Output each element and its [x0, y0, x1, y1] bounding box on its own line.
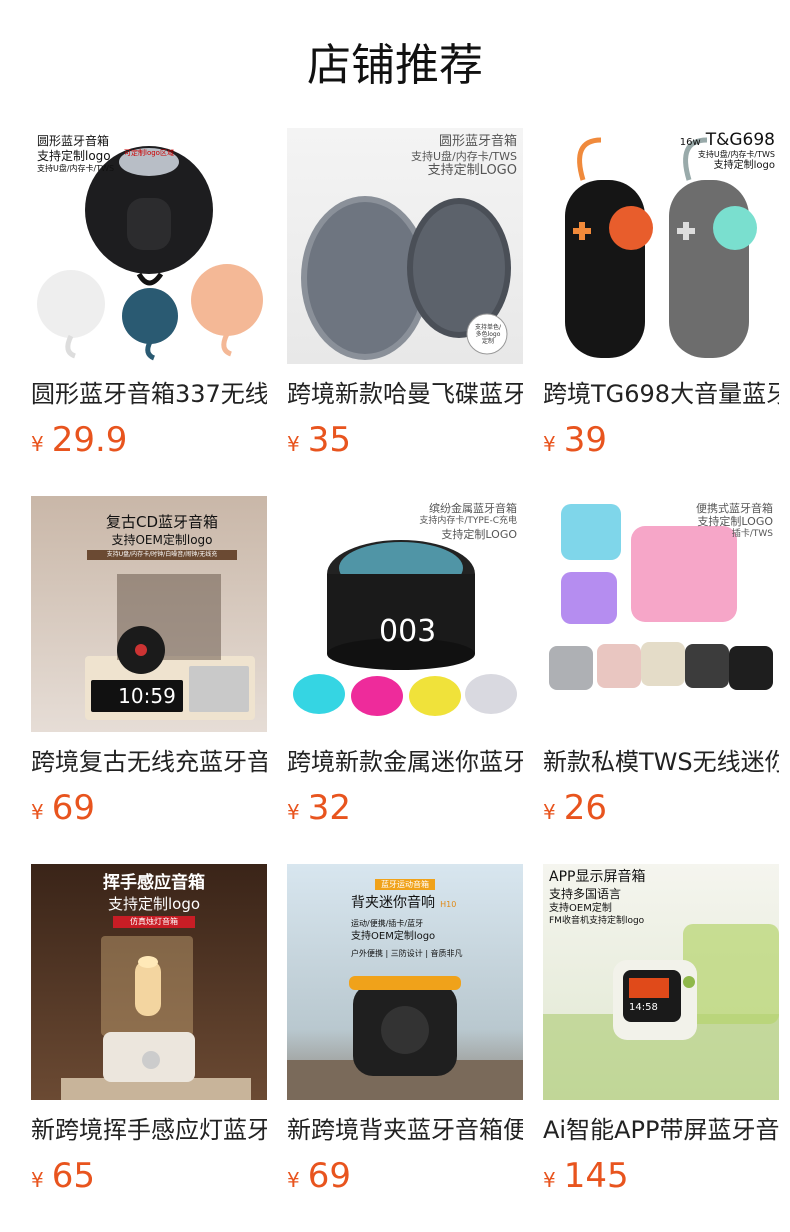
price-value: 29.9 [51, 420, 128, 460]
product-name[interactable]: 新跨境背夹蓝牙音箱便 [287, 1114, 523, 1146]
product-price: ¥ 145 [543, 1156, 779, 1196]
image-caption: 户外便携 | 三防设计 | 音质非凡 [351, 949, 463, 958]
price-value: 32 [307, 788, 351, 828]
product-card[interactable]: 复古CD蓝牙音箱 支持OEM定制logo 支持U盘/内存卡/时钟/白噪音/闹钟/… [31, 496, 267, 864]
product-card[interactable]: 圆形蓝牙音箱 支持定制logo 支持U盘/内存卡/TWS 可定制logo区域 圆… [31, 128, 267, 496]
image-caption: 支持多国语言 [549, 887, 622, 901]
currency-symbol: ¥ [287, 432, 300, 456]
image-caption: 圆形蓝牙音箱 [438, 134, 517, 149]
image-caption: 支持定制LOGO [697, 515, 773, 528]
product-card[interactable]: 缤纷金属蓝牙音箱 支持内存卡/TYPE-C充电 支持定制LOGO 003 跨境新… [287, 496, 523, 864]
product-image[interactable]: 缤纷金属蓝牙音箱 支持内存卡/TYPE-C充电 支持定制LOGO 003 [287, 496, 523, 732]
image-caption: T&G698 [705, 130, 775, 150]
product-price: ¥ 29.9 [31, 420, 267, 460]
image-caption: APP显示屏音箱 [549, 869, 646, 885]
product-name[interactable]: Ai智能APP带屏蓝牙音 [543, 1114, 779, 1146]
price-value: 69 [51, 788, 95, 828]
image-caption: 支持OEM定制logo [111, 533, 213, 547]
price-value: 26 [563, 788, 607, 828]
product-card[interactable]: 挥手感应音箱 支持定制logo 仿真烛灯音箱 新跨境挥手感应灯蓝牙 ¥ 65 [31, 864, 267, 1232]
image-badge: 10:59 [118, 684, 176, 708]
product-image[interactable]: 复古CD蓝牙音箱 支持OEM定制logo 支持U盘/内存卡/时钟/白噪音/闹钟/… [31, 496, 267, 732]
image-caption: 支持定制logo [107, 895, 201, 913]
product-card[interactable]: APP显示屏音箱 支持多国语言 支持OEM定制 FM收音机支持定制logo 14… [543, 864, 779, 1232]
price-value: 35 [307, 420, 351, 460]
image-caption: 支持OEM定制logo [351, 931, 436, 942]
product-price: ¥ 26 [543, 788, 779, 828]
product-name[interactable]: 跨境新款哈曼飞碟蓝牙 [287, 378, 523, 410]
product-image[interactable]: 圆形蓝牙音箱 支持定制logo 支持U盘/内存卡/TWS 可定制logo区域 [31, 128, 267, 364]
image-caption: 缤纷金属蓝牙音箱 [429, 502, 517, 515]
product-grid: 圆形蓝牙音箱 支持定制logo 支持U盘/内存卡/TWS 可定制logo区域 圆… [31, 128, 779, 1232]
product-name[interactable]: 跨境TG698大音量蓝牙 [543, 378, 779, 410]
product-name[interactable]: 跨境复古无线充蓝牙音 [31, 746, 267, 778]
image-caption: 支持U盘/内存卡/TWS [410, 150, 517, 163]
product-image[interactable]: 挥手感应音箱 支持定制logo 仿真烛灯音箱 [31, 864, 267, 1100]
product-name[interactable]: 新款私模TWS无线迷你 [543, 746, 779, 778]
image-badge: 003 [379, 614, 437, 649]
image-caption: 支持定制LOGO [441, 528, 517, 541]
product-card[interactable]: 便携式蓝牙音箱 支持定制LOGO 插卡/TWS 新款私模TWS无线迷你 ¥ 26 [543, 496, 779, 864]
product-price: ¥ 65 [31, 1156, 267, 1196]
currency-symbol: ¥ [287, 800, 300, 824]
image-caption: 复古CD蓝牙音箱 [105, 513, 219, 531]
product-image[interactable]: APP显示屏音箱 支持多国语言 支持OEM定制 FM收音机支持定制logo 14… [543, 864, 779, 1100]
product-image[interactable]: 圆形蓝牙音箱 支持U盘/内存卡/TWS 支持定制LOGO 支持单色/多色logo… [287, 128, 523, 364]
image-caption: 支持OEM定制 [549, 903, 612, 914]
currency-symbol: ¥ [287, 1168, 300, 1192]
image-caption: 仿真烛灯音箱 [113, 916, 195, 928]
currency-symbol: ¥ [543, 1168, 556, 1192]
product-name[interactable]: 圆形蓝牙音箱337无线 [31, 378, 267, 410]
currency-symbol: ¥ [543, 432, 556, 456]
image-caption: 便携式蓝牙音箱 [696, 502, 773, 515]
image-caption: 运动/便携/插卡/蓝牙 [351, 919, 424, 928]
image-caption: H10 [440, 900, 457, 909]
product-card[interactable]: 蓝牙运动音箱 背夹迷你音响 H10 运动/便携/插卡/蓝牙 支持OEM定制log… [287, 864, 523, 1232]
image-caption: 支持U盘/内存卡/TWS [37, 164, 115, 173]
image-caption: 支持定制LOGO [427, 163, 517, 178]
product-card[interactable]: 圆形蓝牙音箱 支持U盘/内存卡/TWS 支持定制LOGO 支持单色/多色logo… [287, 128, 523, 496]
currency-symbol: ¥ [31, 1168, 44, 1192]
price-value: 145 [563, 1156, 629, 1196]
image-caption: 蓝牙运动音箱 [375, 879, 435, 890]
product-price: ¥ 69 [31, 788, 267, 828]
image-caption: 支持内存卡/TYPE-C充电 [419, 516, 517, 526]
image-caption: 支持U盘/内存卡/时钟/白噪音/闹钟/无线充 [87, 550, 237, 560]
currency-symbol: ¥ [31, 432, 44, 456]
page-title: 店铺推荐 [307, 40, 483, 91]
image-caption: 挥手感应音箱 [103, 873, 205, 893]
image-caption: 支持定制logo [713, 160, 775, 171]
price-value: 39 [563, 420, 607, 460]
product-name[interactable]: 新跨境挥手感应灯蓝牙 [31, 1114, 267, 1146]
currency-symbol: ¥ [543, 800, 556, 824]
product-card[interactable]: 16w T&G698 支持U盘/内存卡/TWS 支持定制logo 跨境TG698… [543, 128, 779, 496]
product-image[interactable]: 蓝牙运动音箱 背夹迷你音响 H10 运动/便携/插卡/蓝牙 支持OEM定制log… [287, 864, 523, 1100]
product-price: ¥ 39 [543, 420, 779, 460]
image-caption: FM收音机支持定制logo [549, 916, 645, 926]
image-caption: 圆形蓝牙音箱 [37, 134, 110, 148]
product-image[interactable]: 便携式蓝牙音箱 支持定制LOGO 插卡/TWS [543, 496, 779, 732]
price-value: 65 [51, 1156, 95, 1196]
image-caption: 16w [679, 137, 701, 148]
image-caption: 背夹迷你音响 [351, 895, 435, 911]
product-image[interactable]: 16w T&G698 支持U盘/内存卡/TWS 支持定制logo [543, 128, 779, 364]
product-price: ¥ 35 [287, 420, 523, 460]
image-caption: 插卡/TWS [731, 529, 773, 539]
image-badge: 14:58 [629, 1002, 658, 1013]
store-recommendations-page: 店铺推荐 圆形蓝牙音箱 支持定制logo 支持U盘/内存卡/TWS 可定制log… [0, 0, 790, 1232]
currency-symbol: ¥ [31, 800, 44, 824]
product-name[interactable]: 跨境新款金属迷你蓝牙 [287, 746, 523, 778]
product-price: ¥ 69 [287, 1156, 523, 1196]
image-badge: 可定制logo区域 [124, 149, 174, 157]
image-caption: 支持U盘/内存卡/TWS [697, 150, 775, 159]
price-value: 69 [307, 1156, 351, 1196]
image-badge: 支持单色/多色logo定制 [474, 324, 502, 345]
image-caption: 支持定制logo [37, 149, 111, 163]
product-price: ¥ 32 [287, 788, 523, 828]
